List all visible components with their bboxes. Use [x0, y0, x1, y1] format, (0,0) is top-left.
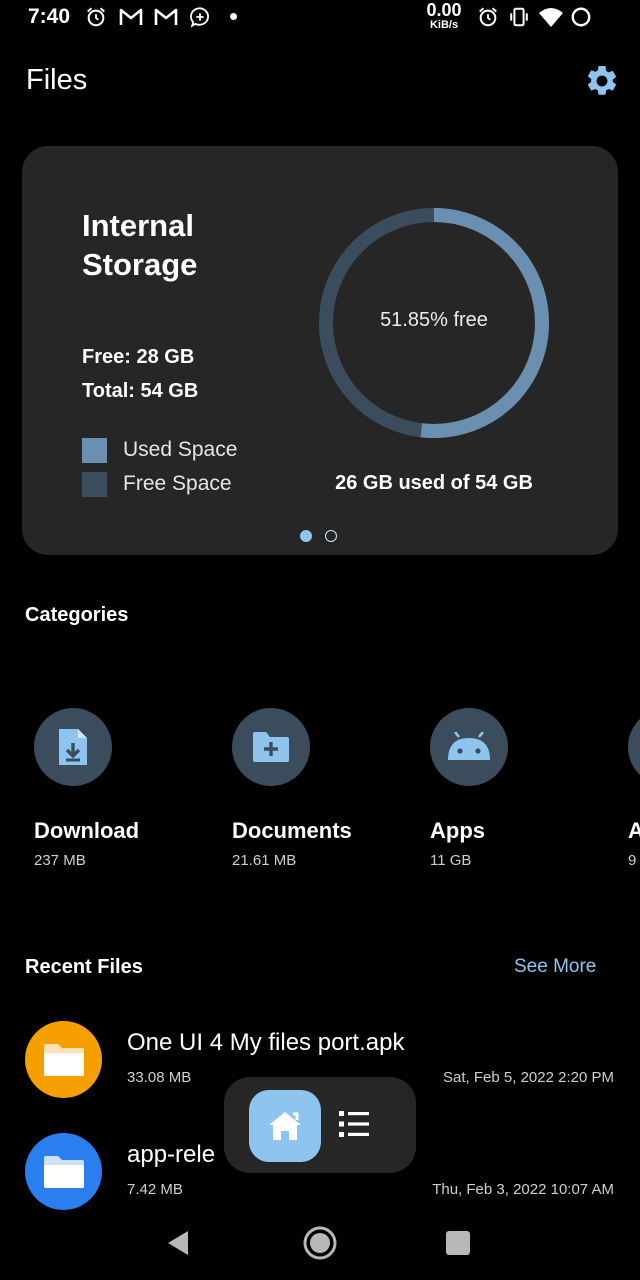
category-name: Documents — [232, 818, 352, 843]
file-date: Thu, Feb 3, 2022 10:07 AM — [432, 1181, 614, 1198]
folder-icon — [43, 1155, 84, 1188]
category-partial[interactable]: A 9 — [628, 708, 640, 869]
storage-used-of: 26 GB used of 54 GB — [335, 472, 533, 494]
storage-card[interactable]: Internal Storage Free: 28 GB Total: 54 G… — [22, 146, 618, 555]
page-title: Files — [26, 64, 88, 96]
clock: 7:40 — [28, 5, 71, 28]
category-icon-circle — [34, 708, 112, 786]
legend-free-swatch — [82, 471, 107, 497]
recent-files-title: Recent Files — [25, 956, 143, 978]
category-documents[interactable]: Documents 21.61 MB — [232, 708, 402, 869]
file-date: Sat, Feb 5, 2022 2:20 PM — [443, 1069, 614, 1086]
alarm-icon — [479, 7, 497, 27]
legend-free: Free Space — [82, 471, 232, 497]
nav-home-button[interactable] — [249, 1090, 321, 1162]
status-bar: 7:40 0.00 KiB/s — [0, 0, 640, 36]
donut-free-label: 51.85% free — [380, 309, 488, 331]
network-speed: 0.00 KiB/s — [420, 1, 468, 31]
category-name: Apps — [430, 818, 485, 843]
pager-dot-active[interactable] — [300, 530, 312, 542]
list-icon[interactable] — [336, 1109, 372, 1139]
see-more-link[interactable]: See More — [514, 956, 596, 978]
gmail-icon — [119, 8, 143, 25]
file-icon-circle — [25, 1133, 102, 1210]
android-icon — [448, 732, 490, 760]
category-name: Download — [34, 818, 140, 843]
storage-title: Internal Storage — [82, 208, 198, 282]
bottom-nav — [224, 1077, 416, 1173]
system-navigation-bar — [0, 1200, 640, 1280]
card-pager[interactable] — [300, 530, 337, 542]
folder-icon — [43, 1043, 84, 1076]
home-icon — [269, 1112, 301, 1140]
category-size: 9 — [628, 852, 637, 869]
pager-dot[interactable] — [325, 530, 337, 542]
storage-free: Free: 28 GB — [82, 346, 195, 368]
back-icon[interactable] — [166, 1230, 190, 1256]
category-download[interactable]: Download 237 MB — [34, 708, 204, 869]
folder-plus-icon — [253, 732, 289, 762]
notification-dot — [230, 13, 237, 20]
file-size: 7.42 MB — [127, 1181, 183, 1198]
storage-total: Total: 54 GB — [82, 380, 199, 402]
file-name: One UI 4 My files port.apk — [127, 1029, 405, 1056]
category-size: 237 MB — [34, 852, 86, 869]
vibrate-icon — [510, 7, 528, 27]
category-icon-circle — [628, 708, 640, 786]
category-size: 11 GB — [430, 852, 472, 869]
category-name: A — [628, 818, 640, 843]
download-file-icon — [59, 729, 87, 765]
file-name: app-rele — [127, 1141, 216, 1168]
file-icon-circle — [25, 1021, 102, 1098]
network-speed-unit: KiB/s — [429, 19, 459, 31]
legend-free-label: Free Space — [123, 472, 232, 495]
gmail-icon — [154, 8, 178, 25]
legend-used-swatch — [82, 437, 107, 463]
wifi-icon — [539, 8, 563, 27]
alarm-icon — [87, 7, 105, 27]
category-apps[interactable]: Apps 11 GB — [430, 708, 600, 869]
battery-icon — [571, 7, 591, 27]
messenger-icon — [189, 7, 209, 28]
home-circle-icon[interactable] — [303, 1226, 337, 1260]
category-size: 21.61 MB — [232, 852, 297, 869]
file-size: 33.08 MB — [127, 1069, 192, 1086]
network-speed-value: 0.00 — [426, 0, 462, 20]
recents-icon[interactable] — [446, 1231, 470, 1255]
legend-used-label: Used Space — [123, 438, 238, 461]
category-icon-circle — [232, 708, 310, 786]
gear-icon[interactable] — [584, 63, 620, 99]
legend-used: Used Space — [82, 437, 237, 463]
category-icon-circle — [430, 708, 508, 786]
categories-title: Categories — [25, 604, 129, 626]
